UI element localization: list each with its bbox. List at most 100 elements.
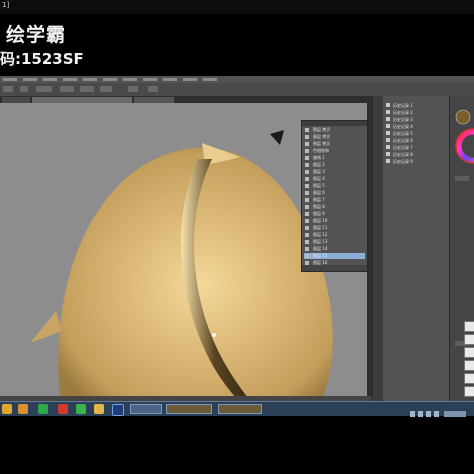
layer-row[interactable]: 色相饱和: [304, 148, 365, 154]
layer-thumbnail[interactable]: [464, 373, 474, 384]
layer-label: 图层 11: [313, 225, 328, 230]
layer-label: 图层 拷贝: [313, 134, 331, 139]
taskbar-window-button[interactable]: [166, 404, 212, 414]
cursor-marker: [212, 333, 216, 337]
menu-item[interactable]: [43, 78, 57, 81]
pressure-toggle[interactable]: [128, 86, 138, 92]
layer-thumbnail[interactable]: [464, 334, 474, 345]
layer-row[interactable]: 图层 3: [304, 169, 365, 175]
layer-thumbnail[interactable]: [464, 347, 474, 358]
airbrush-toggle[interactable]: [100, 86, 112, 92]
history-row[interactable]: 历史记录 6: [386, 137, 446, 144]
layer-visibility-icon[interactable]: [305, 247, 309, 251]
brush-size-dropdown[interactable]: [20, 86, 28, 92]
layer-visibility-icon[interactable]: [305, 240, 309, 244]
layer-label: 图层 3: [313, 169, 325, 174]
layer-row[interactable]: 图层 9: [304, 211, 365, 217]
layer-row[interactable]: 图层 11: [304, 225, 365, 231]
layers-panel-tabs[interactable]: [302, 121, 367, 126]
menu-item[interactable]: [63, 78, 77, 81]
history-row[interactable]: 历史记录 2: [386, 109, 446, 116]
layer-row[interactable]: 图层 14: [304, 246, 365, 252]
layer-row[interactable]: 图层 7: [304, 197, 365, 203]
layer-row[interactable]: 图层 拷贝: [304, 141, 365, 147]
app-icon-green-2[interactable]: [76, 404, 86, 414]
history-state-icon: [386, 110, 390, 114]
layer-visibility-icon[interactable]: [305, 177, 309, 181]
layer-row[interactable]: 图层 15: [304, 253, 365, 259]
layer-row[interactable]: 曲线 1: [304, 155, 365, 161]
layer-label: 图层 13: [313, 239, 328, 244]
mode-dropdown[interactable]: [36, 86, 52, 92]
layer-visibility-icon[interactable]: [305, 205, 309, 209]
layer-visibility-icon[interactable]: [305, 128, 309, 132]
layer-visibility-icon[interactable]: [305, 254, 309, 258]
folder-icon[interactable]: [94, 404, 104, 414]
layer-row[interactable]: 图层 13: [304, 239, 365, 245]
app-icon-red[interactable]: [58, 404, 68, 414]
layer-visibility-icon[interactable]: [305, 170, 309, 174]
history-row[interactable]: 历史记录 7: [386, 144, 446, 151]
layer-row[interactable]: 图层 2: [304, 162, 365, 168]
layer-row[interactable]: 图层 8: [304, 204, 365, 210]
history-row[interactable]: 历史记录 9: [386, 158, 446, 165]
history-row[interactable]: 历史记录 3: [386, 116, 446, 123]
layer-row[interactable]: 图层 6: [304, 190, 365, 196]
layer-row[interactable]: 图层 拷贝: [304, 134, 365, 140]
layer-visibility-icon[interactable]: [305, 156, 309, 160]
menu-item[interactable]: [83, 78, 97, 81]
menu-item[interactable]: [183, 78, 197, 81]
explorer-icon[interactable]: [18, 404, 28, 414]
layer-visibility-icon[interactable]: [305, 184, 309, 188]
history-row[interactable]: 历史记录 8: [386, 151, 446, 158]
document-tabs: [0, 96, 372, 103]
menu-item[interactable]: [203, 78, 217, 81]
menu-item[interactable]: [163, 78, 177, 81]
layer-row[interactable]: 图层 拷贝: [304, 127, 365, 133]
taskbar-window-button[interactable]: [218, 404, 262, 414]
layer-visibility-icon[interactable]: [305, 219, 309, 223]
start-button-icon[interactable]: [2, 404, 12, 414]
history-label: 历史记录 7: [393, 145, 413, 150]
menu-item[interactable]: [143, 78, 157, 81]
layer-label: 曲线 1: [313, 155, 325, 160]
app-icon-green[interactable]: [38, 404, 48, 414]
layer-visibility-icon[interactable]: [305, 212, 309, 216]
history-label: 历史记录 3: [393, 117, 413, 122]
layer-row[interactable]: 图层 10: [304, 218, 365, 224]
photoshop-taskbar-icon[interactable]: [112, 404, 124, 416]
layer-visibility-icon[interactable]: [305, 142, 309, 146]
layer-visibility-icon[interactable]: [305, 163, 309, 167]
flow-field[interactable]: [80, 86, 94, 92]
menu-item[interactable]: [103, 78, 117, 81]
menu-item[interactable]: [23, 78, 37, 81]
tool-preset-icon[interactable]: [3, 86, 13, 92]
menu-item[interactable]: [3, 78, 17, 81]
layer-row[interactable]: 图层 4: [304, 176, 365, 182]
layer-visibility-icon[interactable]: [305, 149, 309, 153]
layer-visibility-icon[interactable]: [305, 135, 309, 139]
taskbar-window-button[interactable]: [130, 404, 162, 414]
history-label: 历史记录 1: [393, 103, 413, 108]
menu-item[interactable]: [123, 78, 137, 81]
layer-thumbnail[interactable]: [464, 386, 474, 397]
layer-visibility-icon[interactable]: [305, 233, 309, 237]
layer-visibility-icon[interactable]: [305, 226, 309, 230]
layer-row[interactable]: 图层 5: [304, 183, 365, 189]
opacity-field[interactable]: [60, 86, 74, 92]
layer-thumbnail[interactable]: [464, 360, 474, 371]
layer-thumbnail[interactable]: [464, 321, 474, 332]
layer-label: 图层 4: [313, 176, 325, 181]
layer-row[interactable]: 图层 12: [304, 232, 365, 238]
pressure-size-toggle[interactable]: [148, 86, 158, 92]
layer-label: 图层 7: [313, 197, 325, 202]
history-row[interactable]: 历史记录 5: [386, 130, 446, 137]
menu-bar: [0, 76, 474, 83]
system-tray: [410, 404, 470, 417]
history-row[interactable]: 历史记录 1: [386, 102, 446, 109]
layers-panel-footer[interactable]: [302, 265, 367, 271]
layer-visibility-icon[interactable]: [305, 198, 309, 202]
history-row[interactable]: 历史记录 4: [386, 123, 446, 130]
color-wheel: [456, 129, 474, 163]
layer-visibility-icon[interactable]: [305, 191, 309, 195]
